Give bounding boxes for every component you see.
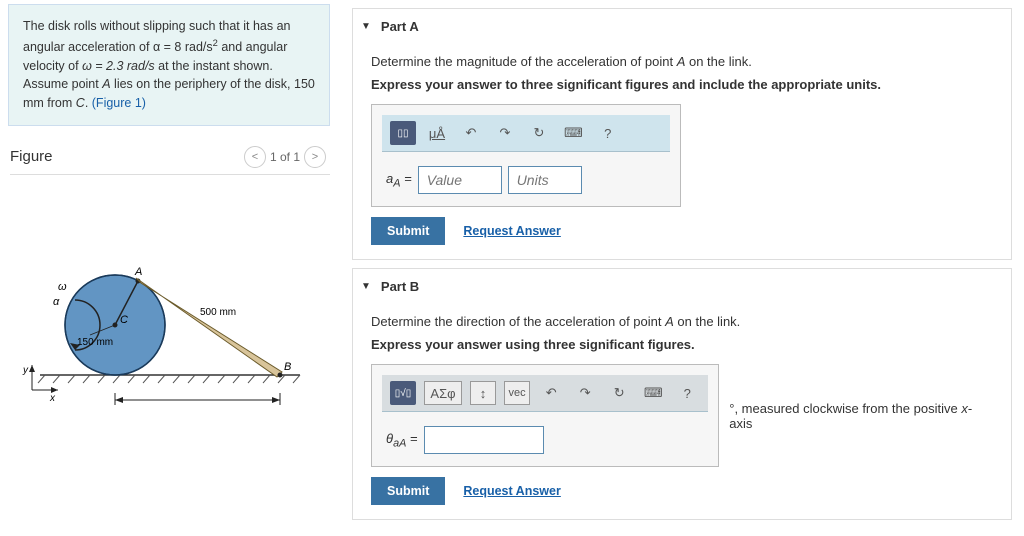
part-a-title: Part A	[381, 19, 419, 34]
figure-section: Figure < 1 of 1 >	[0, 146, 340, 415]
problem-statement: The disk rolls without slipping such tha…	[8, 4, 330, 126]
part-a-section: ▼ Part A Determine the magnitude of the …	[352, 8, 1012, 260]
part-b-suffix: °, measured clockwise from the positive …	[729, 401, 993, 431]
collapse-icon: ▼	[361, 21, 371, 32]
omega-expr: ω = 2.3 rad/s	[82, 59, 155, 73]
prev-figure-button[interactable]: <	[244, 146, 266, 168]
figure-link[interactable]: (Figure 1)	[92, 96, 146, 110]
submit-button[interactable]: Submit	[371, 477, 445, 505]
part-b-instruction: Express your answer using three signific…	[371, 337, 993, 352]
part-a-instruction: Express your answer to three significant…	[371, 77, 993, 92]
part-b-actions: Submit Request Answer	[371, 477, 993, 505]
greek-tool-button[interactable]: ΑΣφ	[424, 381, 462, 405]
redo-icon[interactable]: ↷	[572, 381, 598, 405]
label-B: B	[284, 361, 291, 373]
right-panel: ▼ Part A Determine the magnitude of the …	[340, 0, 1024, 536]
direction-input[interactable]	[424, 426, 544, 454]
undo-icon[interactable]: ↶	[538, 381, 564, 405]
pointA: A	[102, 77, 110, 91]
help-icon[interactable]: ?	[674, 381, 700, 405]
part-b-answer-row: ▯√▯ ΑΣφ ↕ vec ↶ ↷ ↻ ⌨ ? θaA =	[371, 364, 993, 467]
part-b-title: Part B	[381, 279, 419, 294]
alpha-expr: α = 8 rad/s	[153, 40, 213, 54]
label-x: x	[49, 393, 56, 404]
part-b-header[interactable]: ▼ Part B	[353, 269, 1011, 304]
units-input[interactable]	[508, 166, 582, 194]
part-a-toolbar: ▯▯ μÅ ↶ ↷ ↻ ⌨ ?	[382, 115, 670, 152]
part-b-toolbar: ▯√▯ ΑΣφ ↕ vec ↶ ↷ ↻ ⌨ ?	[382, 375, 708, 412]
part-b-question: Determine the direction of the accelerat…	[371, 314, 993, 329]
part-a-header[interactable]: ▼ Part A	[353, 9, 1011, 44]
part-a-actions: Submit Request Answer	[371, 217, 993, 245]
updown-icon[interactable]: ↕	[470, 381, 496, 405]
request-answer-link[interactable]: Request Answer	[463, 224, 560, 238]
label-150: 150 mm	[77, 337, 113, 348]
label-500: 500 mm	[200, 307, 236, 318]
figure-title: Figure	[10, 148, 53, 165]
value-input[interactable]	[418, 166, 502, 194]
label-A: A	[134, 266, 142, 278]
part-b-body: Determine the direction of the accelerat…	[353, 304, 1011, 519]
part-a-input-row: aA =	[382, 164, 670, 196]
part-a-body: Determine the magnitude of the accelerat…	[353, 44, 1011, 259]
pointC: C	[76, 96, 85, 110]
template-icon[interactable]: ▯▯	[390, 121, 416, 145]
part-b-answer-box: ▯√▯ ΑΣφ ↕ vec ↶ ↷ ↻ ⌨ ? θaA =	[371, 364, 719, 467]
figure-header: Figure < 1 of 1 >	[10, 146, 330, 175]
request-answer-link[interactable]: Request Answer	[463, 484, 560, 498]
redo-icon[interactable]: ↷	[492, 121, 518, 145]
label-y: y	[22, 365, 29, 376]
label-C: C	[120, 314, 128, 326]
label-omega: ω	[58, 281, 67, 293]
left-panel: The disk rolls without slipping such tha…	[0, 0, 340, 536]
keyboard-icon[interactable]: ⌨	[560, 121, 587, 145]
var-theta: θaA =	[386, 431, 418, 450]
figure-image: A B C 500 mm 150 mm 400 mm ω α x y	[10, 175, 330, 415]
vec-button[interactable]: vec	[504, 381, 530, 405]
help-icon[interactable]: ?	[595, 121, 621, 145]
reset-icon[interactable]: ↻	[526, 121, 552, 145]
var-aA: aA =	[386, 171, 412, 190]
label-400: 400 mm	[175, 404, 211, 405]
part-a-answer-box: ▯▯ μÅ ↶ ↷ ↻ ⌨ ? aA =	[371, 104, 681, 207]
main-container: The disk rolls without slipping such tha…	[0, 0, 1024, 536]
template-icon[interactable]: ▯√▯	[390, 381, 416, 405]
submit-button[interactable]: Submit	[371, 217, 445, 245]
figure-page-label: 1 of 1	[270, 150, 300, 164]
undo-icon[interactable]: ↶	[458, 121, 484, 145]
units-tool-button[interactable]: μÅ	[424, 121, 450, 145]
reset-icon[interactable]: ↻	[606, 381, 632, 405]
part-a-question: Determine the magnitude of the accelerat…	[371, 54, 993, 69]
part-b-section: ▼ Part B Determine the direction of the …	[352, 268, 1012, 520]
figure-nav: < 1 of 1 >	[244, 146, 326, 168]
next-figure-button[interactable]: >	[304, 146, 326, 168]
collapse-icon: ▼	[361, 281, 371, 292]
keyboard-icon[interactable]: ⌨	[640, 381, 666, 405]
prob-suffix: .	[85, 96, 92, 110]
part-b-input-row: θaA =	[382, 424, 708, 456]
label-alpha: α	[53, 296, 60, 308]
figure-svg: A B C 500 mm 150 mm 400 mm ω α x y	[20, 205, 320, 405]
